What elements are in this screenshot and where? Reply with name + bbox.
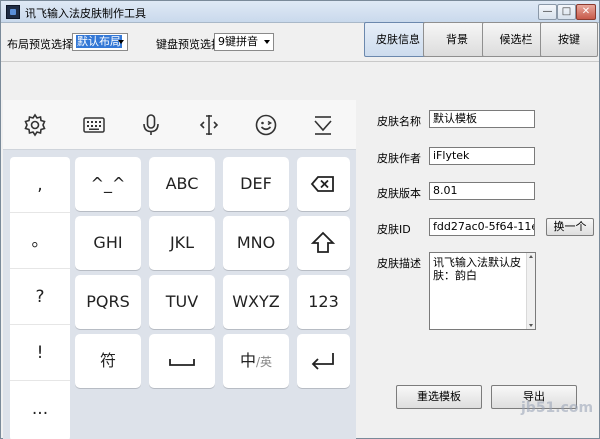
keyboard-toolbar (3, 100, 356, 150)
symbol-question[interactable]: ? (10, 269, 70, 325)
space-icon (169, 359, 195, 366)
window-title: 讯飞输入法皮肤制作工具 (25, 7, 146, 20)
key-7[interactable]: PQRS (75, 275, 141, 329)
symbol-comma[interactable]: , (10, 157, 70, 213)
scroll-up-icon (529, 255, 533, 258)
skin-id-field[interactable]: fdd27ac0-5f64-11e4-98 (429, 218, 535, 236)
change-id-button[interactable]: 换一个 (546, 218, 594, 236)
language-toggle-key[interactable]: 中/英 (223, 334, 289, 388)
emoji-icon[interactable] (253, 112, 279, 138)
key-6[interactable]: MNO (223, 216, 289, 270)
keyboard-preview-select[interactable]: 9键拼音 (214, 33, 274, 51)
skin-desc-text: 讯飞输入法默认皮肤：韵白 (433, 256, 521, 282)
tab-keys[interactable]: 按键 (540, 22, 598, 57)
app-icon (6, 5, 20, 19)
shift-key[interactable] (297, 216, 350, 270)
skin-desc-label: 皮肤描述 (377, 257, 421, 270)
backspace-key[interactable] (297, 157, 350, 211)
space-key[interactable] (149, 334, 215, 388)
skin-version-label: 皮肤版本 (377, 187, 421, 200)
chinese-label: 中 (239, 351, 256, 370)
app-window: 讯飞输入法皮肤制作工具 — □ ✕ 布局预览选择： 默认布局 键盘预览选择: 9… (0, 0, 600, 439)
microphone-icon[interactable] (138, 112, 164, 138)
layout-preview-value: 默认布局 (76, 35, 122, 48)
key-2[interactable]: ABC (149, 157, 215, 211)
tab-background[interactable]: 背景 (423, 22, 491, 57)
minimize-button[interactable]: — (538, 4, 557, 20)
chevron-down-icon (264, 40, 270, 44)
key-3[interactable]: DEF (223, 157, 289, 211)
layout-preview-select[interactable]: 默认布局 (72, 33, 128, 51)
skin-name-field[interactable]: 默认模板 (429, 110, 535, 128)
title-bar: 讯飞输入法皮肤制作工具 — □ ✕ (1, 1, 599, 23)
skin-author-label: 皮肤作者 (377, 152, 421, 165)
skin-author-field[interactable]: iFlytek (429, 147, 535, 165)
scrollbar[interactable] (526, 253, 535, 329)
backspace-icon (310, 176, 334, 192)
key-9[interactable]: WXYZ (223, 275, 289, 329)
symbol-column: , 。 ? ! ... (10, 157, 70, 439)
tab-skin-info[interactable]: 皮肤信息 (364, 22, 432, 57)
key-8[interactable]: TUV (149, 275, 215, 329)
english-label: /英 (255, 355, 273, 369)
divider (1, 61, 599, 62)
symbol-ellipsis[interactable]: ... (10, 381, 70, 437)
scroll-down-icon (529, 324, 533, 327)
enter-key[interactable] (297, 334, 350, 388)
shift-icon (310, 231, 336, 253)
chevron-down-icon (118, 40, 124, 44)
keyboard-preview-value: 9键拼音 (218, 35, 258, 48)
number-key[interactable]: 123 (297, 275, 350, 329)
maximize-button[interactable]: □ (557, 4, 576, 20)
cursor-icon[interactable] (196, 112, 222, 138)
watermark: jb51.com (521, 400, 594, 416)
keyboard-preview: , 。 ? ! ... ^_^ ABC DEF GHI JKL MNO PQRS… (3, 100, 356, 439)
skin-desc-field[interactable]: 讯飞输入法默认皮肤：韵白 (429, 252, 536, 330)
skin-name-label: 皮肤名称 (377, 115, 421, 128)
gear-icon[interactable] (22, 112, 48, 138)
symbol-period[interactable]: 。 (10, 213, 70, 269)
collapse-icon[interactable] (310, 112, 336, 138)
reselect-template-button[interactable]: 重选模板 (396, 385, 482, 409)
skin-id-label: 皮肤ID (377, 223, 411, 236)
skin-version-field[interactable]: 8.01 (429, 182, 535, 200)
symbol-key[interactable]: 符 (75, 334, 141, 388)
close-button[interactable]: ✕ (576, 4, 596, 20)
key-4[interactable]: GHI (75, 216, 141, 270)
key-1[interactable]: ^_^ (75, 157, 141, 211)
keyboard-icon[interactable] (81, 112, 107, 138)
key-5[interactable]: JKL (149, 216, 215, 270)
symbol-exclaim[interactable]: ! (10, 325, 70, 381)
enter-icon (311, 353, 334, 370)
